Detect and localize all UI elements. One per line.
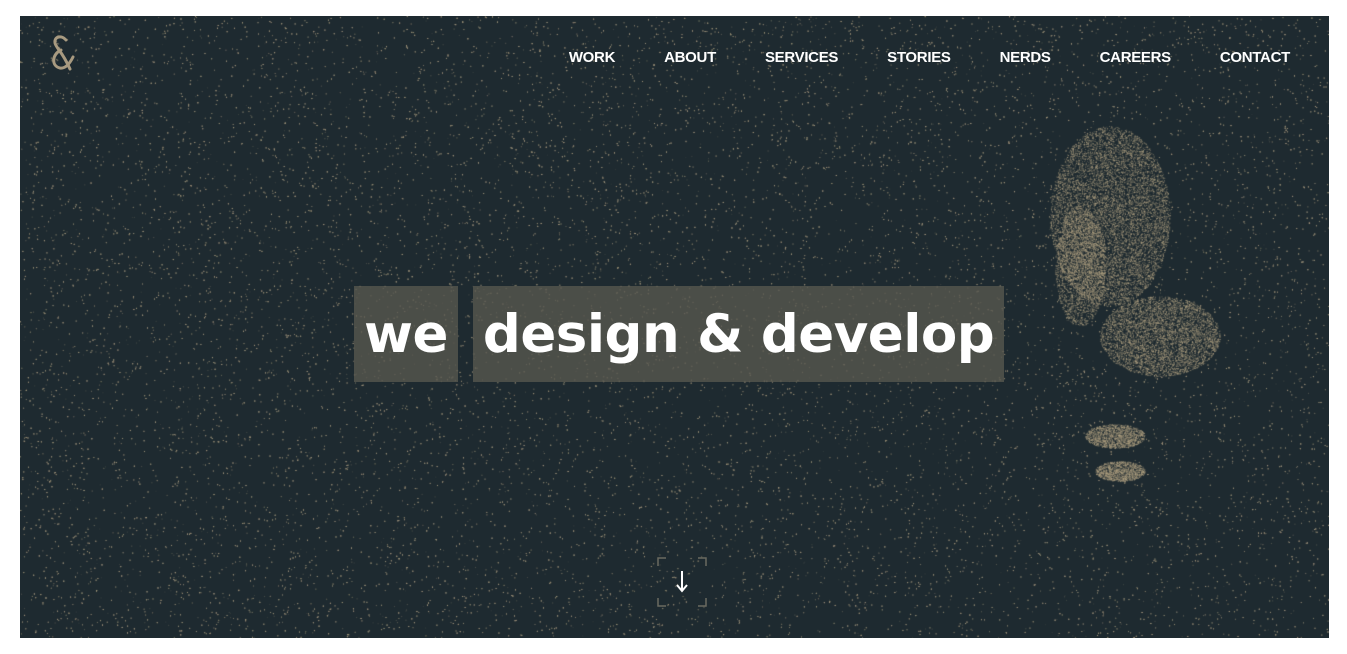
main-nav: WORK ABOUT SERVICES STORIES NERDS CAREER…	[520, 49, 1290, 66]
nav-careers[interactable]: CAREERS	[1100, 49, 1172, 66]
nav-services[interactable]: SERVICES	[765, 49, 838, 66]
nav-contact[interactable]: CONTACT	[1220, 49, 1290, 66]
ampersand-logo-icon	[52, 35, 75, 71]
nav-nerds[interactable]: NERDS	[1000, 49, 1051, 66]
hero-word-design-develop: design & develop	[472, 286, 1005, 382]
hero-section: WORK ABOUT SERVICES STORIES NERDS CAREER…	[20, 16, 1329, 638]
hero-headline: we design & develop	[354, 286, 1005, 382]
arrow-down-icon	[657, 557, 707, 607]
nav-work[interactable]: WORK	[569, 49, 616, 66]
scroll-down-button[interactable]	[657, 557, 707, 607]
nav-stories[interactable]: STORIES	[887, 49, 951, 66]
hero-word-we: we	[354, 286, 458, 382]
home-logo-link[interactable]	[46, 33, 80, 73]
nav-about[interactable]: ABOUT	[664, 49, 716, 66]
